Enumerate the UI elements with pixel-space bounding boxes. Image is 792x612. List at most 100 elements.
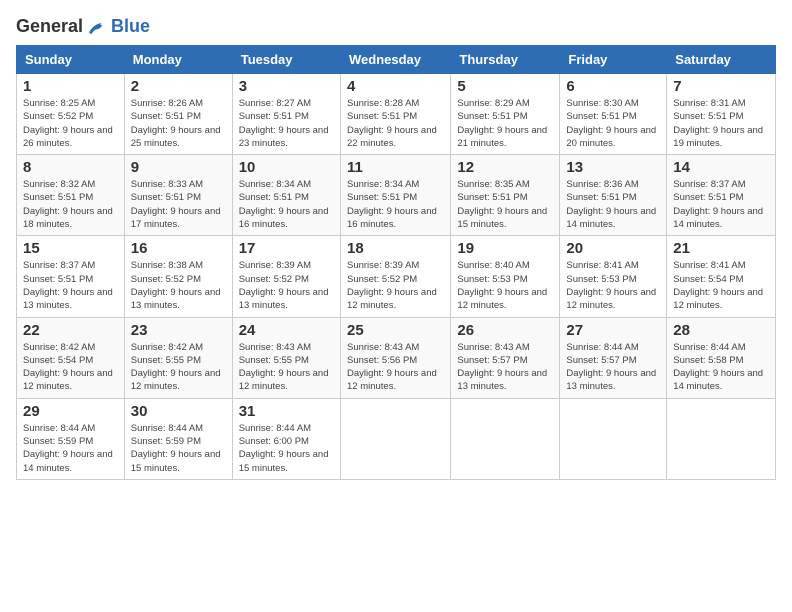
day-number: 7	[673, 78, 769, 95]
day-number: 28	[673, 322, 769, 339]
day-info: Sunrise: 8:35 AMSunset: 5:51 PMDaylight:…	[457, 178, 553, 231]
calendar-cell: 9 Sunrise: 8:33 AMSunset: 5:51 PMDayligh…	[124, 155, 232, 236]
logo-text-general: General	[16, 16, 83, 37]
day-info: Sunrise: 8:36 AMSunset: 5:51 PMDaylight:…	[566, 178, 660, 231]
day-info: Sunrise: 8:42 AMSunset: 5:55 PMDaylight:…	[131, 341, 226, 394]
calendar-cell: 17 Sunrise: 8:39 AMSunset: 5:52 PMDaylig…	[232, 236, 340, 317]
logo-bird-icon	[85, 17, 109, 37]
column-header-wednesday: Wednesday	[340, 46, 450, 74]
calendar-cell: 3 Sunrise: 8:27 AMSunset: 5:51 PMDayligh…	[232, 74, 340, 155]
calendar-cell: 7 Sunrise: 8:31 AMSunset: 5:51 PMDayligh…	[667, 74, 776, 155]
logo: General Blue	[16, 16, 150, 37]
week-row-1: 1 Sunrise: 8:25 AMSunset: 5:52 PMDayligh…	[17, 74, 776, 155]
day-number: 21	[673, 240, 769, 257]
day-number: 18	[347, 240, 444, 257]
day-number: 16	[131, 240, 226, 257]
column-header-tuesday: Tuesday	[232, 46, 340, 74]
calendar-cell	[560, 398, 667, 479]
calendar-cell: 20 Sunrise: 8:41 AMSunset: 5:53 PMDaylig…	[560, 236, 667, 317]
day-info: Sunrise: 8:25 AMSunset: 5:52 PMDaylight:…	[23, 97, 118, 150]
day-number: 24	[239, 322, 334, 339]
day-info: Sunrise: 8:32 AMSunset: 5:51 PMDaylight:…	[23, 178, 118, 231]
calendar-cell	[451, 398, 560, 479]
column-header-thursday: Thursday	[451, 46, 560, 74]
day-info: Sunrise: 8:42 AMSunset: 5:54 PMDaylight:…	[23, 341, 118, 394]
calendar-cell: 5 Sunrise: 8:29 AMSunset: 5:51 PMDayligh…	[451, 74, 560, 155]
day-info: Sunrise: 8:37 AMSunset: 5:51 PMDaylight:…	[673, 178, 769, 231]
day-number: 29	[23, 403, 118, 420]
column-header-saturday: Saturday	[667, 46, 776, 74]
calendar-header-row: SundayMondayTuesdayWednesdayThursdayFrid…	[17, 46, 776, 74]
day-info: Sunrise: 8:33 AMSunset: 5:51 PMDaylight:…	[131, 178, 226, 231]
day-number: 27	[566, 322, 660, 339]
day-info: Sunrise: 8:28 AMSunset: 5:51 PMDaylight:…	[347, 97, 444, 150]
calendar-cell: 16 Sunrise: 8:38 AMSunset: 5:52 PMDaylig…	[124, 236, 232, 317]
day-number: 26	[457, 322, 553, 339]
calendar-cell: 22 Sunrise: 8:42 AMSunset: 5:54 PMDaylig…	[17, 317, 125, 398]
calendar-cell: 27 Sunrise: 8:44 AMSunset: 5:57 PMDaylig…	[560, 317, 667, 398]
week-row-5: 29 Sunrise: 8:44 AMSunset: 5:59 PMDaylig…	[17, 398, 776, 479]
day-number: 23	[131, 322, 226, 339]
day-info: Sunrise: 8:39 AMSunset: 5:52 PMDaylight:…	[347, 259, 444, 312]
day-info: Sunrise: 8:38 AMSunset: 5:52 PMDaylight:…	[131, 259, 226, 312]
calendar-cell: 18 Sunrise: 8:39 AMSunset: 5:52 PMDaylig…	[340, 236, 450, 317]
day-number: 10	[239, 159, 334, 176]
day-info: Sunrise: 8:29 AMSunset: 5:51 PMDaylight:…	[457, 97, 553, 150]
day-number: 5	[457, 78, 553, 95]
day-number: 9	[131, 159, 226, 176]
day-info: Sunrise: 8:44 AMSunset: 5:58 PMDaylight:…	[673, 341, 769, 394]
day-info: Sunrise: 8:39 AMSunset: 5:52 PMDaylight:…	[239, 259, 334, 312]
calendar-cell: 25 Sunrise: 8:43 AMSunset: 5:56 PMDaylig…	[340, 317, 450, 398]
day-info: Sunrise: 8:44 AMSunset: 5:57 PMDaylight:…	[566, 341, 660, 394]
logo-text-blue: Blue	[111, 16, 150, 37]
day-info: Sunrise: 8:37 AMSunset: 5:51 PMDaylight:…	[23, 259, 118, 312]
calendar-cell: 10 Sunrise: 8:34 AMSunset: 5:51 PMDaylig…	[232, 155, 340, 236]
day-number: 13	[566, 159, 660, 176]
calendar-cell: 21 Sunrise: 8:41 AMSunset: 5:54 PMDaylig…	[667, 236, 776, 317]
day-number: 20	[566, 240, 660, 257]
day-number: 1	[23, 78, 118, 95]
calendar-cell: 12 Sunrise: 8:35 AMSunset: 5:51 PMDaylig…	[451, 155, 560, 236]
day-info: Sunrise: 8:43 AMSunset: 5:57 PMDaylight:…	[457, 341, 553, 394]
calendar-cell: 30 Sunrise: 8:44 AMSunset: 5:59 PMDaylig…	[124, 398, 232, 479]
week-row-2: 8 Sunrise: 8:32 AMSunset: 5:51 PMDayligh…	[17, 155, 776, 236]
calendar-cell: 14 Sunrise: 8:37 AMSunset: 5:51 PMDaylig…	[667, 155, 776, 236]
day-info: Sunrise: 8:27 AMSunset: 5:51 PMDaylight:…	[239, 97, 334, 150]
calendar-cell: 13 Sunrise: 8:36 AMSunset: 5:51 PMDaylig…	[560, 155, 667, 236]
calendar-cell: 31 Sunrise: 8:44 AMSunset: 6:00 PMDaylig…	[232, 398, 340, 479]
day-number: 14	[673, 159, 769, 176]
day-info: Sunrise: 8:41 AMSunset: 5:53 PMDaylight:…	[566, 259, 660, 312]
calendar-cell: 8 Sunrise: 8:32 AMSunset: 5:51 PMDayligh…	[17, 155, 125, 236]
calendar-cell: 6 Sunrise: 8:30 AMSunset: 5:51 PMDayligh…	[560, 74, 667, 155]
calendar-cell: 11 Sunrise: 8:34 AMSunset: 5:51 PMDaylig…	[340, 155, 450, 236]
calendar-cell: 1 Sunrise: 8:25 AMSunset: 5:52 PMDayligh…	[17, 74, 125, 155]
day-info: Sunrise: 8:34 AMSunset: 5:51 PMDaylight:…	[239, 178, 334, 231]
calendar-cell	[667, 398, 776, 479]
day-number: 4	[347, 78, 444, 95]
calendar-cell: 26 Sunrise: 8:43 AMSunset: 5:57 PMDaylig…	[451, 317, 560, 398]
day-number: 2	[131, 78, 226, 95]
day-number: 15	[23, 240, 118, 257]
day-number: 31	[239, 403, 334, 420]
day-info: Sunrise: 8:43 AMSunset: 5:56 PMDaylight:…	[347, 341, 444, 394]
day-number: 12	[457, 159, 553, 176]
day-info: Sunrise: 8:44 AMSunset: 5:59 PMDaylight:…	[131, 422, 226, 475]
day-info: Sunrise: 8:30 AMSunset: 5:51 PMDaylight:…	[566, 97, 660, 150]
day-number: 8	[23, 159, 118, 176]
day-number: 22	[23, 322, 118, 339]
day-number: 17	[239, 240, 334, 257]
day-info: Sunrise: 8:44 AMSunset: 5:59 PMDaylight:…	[23, 422, 118, 475]
day-number: 3	[239, 78, 334, 95]
day-info: Sunrise: 8:41 AMSunset: 5:54 PMDaylight:…	[673, 259, 769, 312]
week-row-4: 22 Sunrise: 8:42 AMSunset: 5:54 PMDaylig…	[17, 317, 776, 398]
column-header-friday: Friday	[560, 46, 667, 74]
day-number: 11	[347, 159, 444, 176]
calendar-cell: 4 Sunrise: 8:28 AMSunset: 5:51 PMDayligh…	[340, 74, 450, 155]
calendar-cell: 28 Sunrise: 8:44 AMSunset: 5:58 PMDaylig…	[667, 317, 776, 398]
day-info: Sunrise: 8:44 AMSunset: 6:00 PMDaylight:…	[239, 422, 334, 475]
calendar-cell	[340, 398, 450, 479]
calendar-cell: 24 Sunrise: 8:43 AMSunset: 5:55 PMDaylig…	[232, 317, 340, 398]
page-header: General Blue	[16, 16, 776, 37]
day-info: Sunrise: 8:31 AMSunset: 5:51 PMDaylight:…	[673, 97, 769, 150]
day-number: 19	[457, 240, 553, 257]
